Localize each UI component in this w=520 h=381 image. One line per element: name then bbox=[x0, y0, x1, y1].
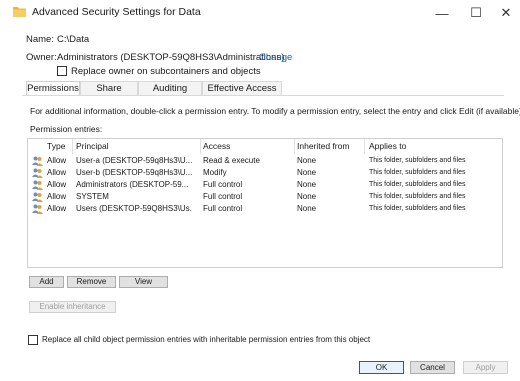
cell-type: Allow bbox=[47, 156, 67, 165]
view-button[interactable]: View bbox=[119, 276, 168, 288]
apply-button[interactable]: Apply bbox=[463, 361, 508, 374]
users-icon bbox=[32, 168, 43, 178]
replace-child-permissions-checkbox[interactable] bbox=[28, 335, 38, 345]
close-button[interactable]: ✕ bbox=[488, 0, 520, 26]
owner-value: Administrators (DESKTOP-59Q8HS3\Administ… bbox=[57, 52, 285, 63]
cell-inherited-from: None bbox=[297, 156, 317, 165]
cell-applies-to: This folder, subfolders and files bbox=[369, 157, 466, 164]
column-access[interactable]: Access bbox=[203, 141, 230, 151]
tab-permissions[interactable]: Permissions bbox=[26, 81, 80, 96]
cell-type: Allow bbox=[47, 204, 67, 213]
ok-button[interactable]: OK bbox=[359, 361, 404, 374]
cell-access: Read & execute bbox=[203, 156, 260, 165]
cell-applies-to: This folder, subfolders and files bbox=[369, 169, 466, 176]
cell-type: Allow bbox=[47, 192, 67, 201]
cell-inherited-from: None bbox=[297, 180, 317, 189]
users-icon bbox=[32, 192, 43, 202]
cell-principal: User-b (DESKTOP-59q8Hs3\U... bbox=[76, 168, 193, 177]
folder-icon bbox=[13, 7, 26, 17]
cell-access: Full control bbox=[203, 204, 243, 213]
cancel-button[interactable]: Cancel bbox=[410, 361, 455, 374]
table-row[interactable]: Allow User-a (DESKTOP-59q8Hs3\U... Read … bbox=[28, 155, 502, 167]
cell-principal: Administrators (DESKTOP-59... bbox=[76, 180, 189, 189]
table-row[interactable]: Allow Administrators (DESKTOP-59... Full… bbox=[28, 179, 502, 191]
table-row[interactable]: Allow Users (DESKTOP-59Q8HS3\Us. Full co… bbox=[28, 203, 502, 215]
cell-applies-to: This folder, subfolders and files bbox=[369, 193, 466, 200]
change-owner-link[interactable]: Change bbox=[259, 52, 292, 63]
table-row[interactable]: Allow User-b (DESKTOP-59q8Hs3\U... Modif… bbox=[28, 167, 502, 179]
cell-inherited-from: None bbox=[297, 204, 317, 213]
tab-auditing[interactable]: Auditing bbox=[138, 81, 202, 95]
list-header: Type Principal Access Inherited from App… bbox=[28, 139, 502, 154]
cell-applies-to: This folder, subfolders and files bbox=[369, 205, 466, 212]
name-value: C:\Data bbox=[57, 34, 90, 45]
replace-owner-label: Replace owner on subcontainers and objec… bbox=[71, 66, 261, 77]
column-type[interactable]: Type bbox=[47, 141, 65, 151]
add-button[interactable]: Add bbox=[29, 276, 64, 288]
column-separator[interactable] bbox=[72, 139, 73, 154]
minimize-button[interactable]: — bbox=[424, 0, 460, 26]
column-principal[interactable]: Principal bbox=[76, 141, 109, 151]
window-title: Advanced Security Settings for Data bbox=[32, 6, 201, 18]
column-separator[interactable] bbox=[200, 139, 201, 154]
cell-principal: SYSTEM bbox=[76, 192, 109, 201]
cell-principal: User-a (DESKTOP-59q8Hs3\U... bbox=[76, 156, 193, 165]
replace-owner-checkbox[interactable] bbox=[57, 66, 67, 76]
cell-inherited-from: None bbox=[297, 168, 317, 177]
users-icon bbox=[32, 204, 43, 214]
enable-inheritance-button[interactable]: Enable inheritance bbox=[29, 301, 116, 313]
cell-access: Full control bbox=[203, 192, 243, 201]
column-separator[interactable] bbox=[364, 139, 365, 154]
tab-share[interactable]: Share bbox=[80, 81, 138, 95]
title-bar: Advanced Security Settings for Data — ☐ … bbox=[0, 0, 520, 26]
cell-principal: Users (DESKTOP-59Q8HS3\Us. bbox=[76, 204, 192, 213]
cell-applies-to: This folder, subfolders and files bbox=[369, 181, 466, 188]
column-inherited-from[interactable]: Inherited from bbox=[297, 141, 349, 151]
cell-type: Allow bbox=[47, 168, 67, 177]
users-icon bbox=[32, 180, 43, 190]
tab-divider bbox=[22, 95, 504, 96]
cell-access: Modify bbox=[203, 168, 227, 177]
owner-label: Owner: bbox=[26, 52, 57, 63]
advanced-security-window: Advanced Security Settings for Data — ☐ … bbox=[0, 0, 520, 381]
column-separator[interactable] bbox=[294, 139, 295, 154]
info-text: For additional information, double-click… bbox=[30, 106, 520, 116]
column-applies-to[interactable]: Applies to bbox=[369, 141, 406, 151]
cell-type: Allow bbox=[47, 180, 67, 189]
users-icon bbox=[32, 156, 43, 166]
name-label: Name: bbox=[26, 34, 54, 45]
cell-inherited-from: None bbox=[297, 192, 317, 201]
replace-child-permissions-label: Replace all child object permission entr… bbox=[42, 335, 371, 344]
permission-entries-list[interactable]: Type Principal Access Inherited from App… bbox=[27, 138, 503, 268]
tab-effective-access[interactable]: Effective Access bbox=[202, 81, 282, 95]
permission-entries-label: Permission entries: bbox=[30, 124, 103, 134]
table-row[interactable]: Allow SYSTEM Full control None This fold… bbox=[28, 191, 502, 203]
remove-button[interactable]: Remove bbox=[67, 276, 116, 288]
cell-access: Full control bbox=[203, 180, 243, 189]
